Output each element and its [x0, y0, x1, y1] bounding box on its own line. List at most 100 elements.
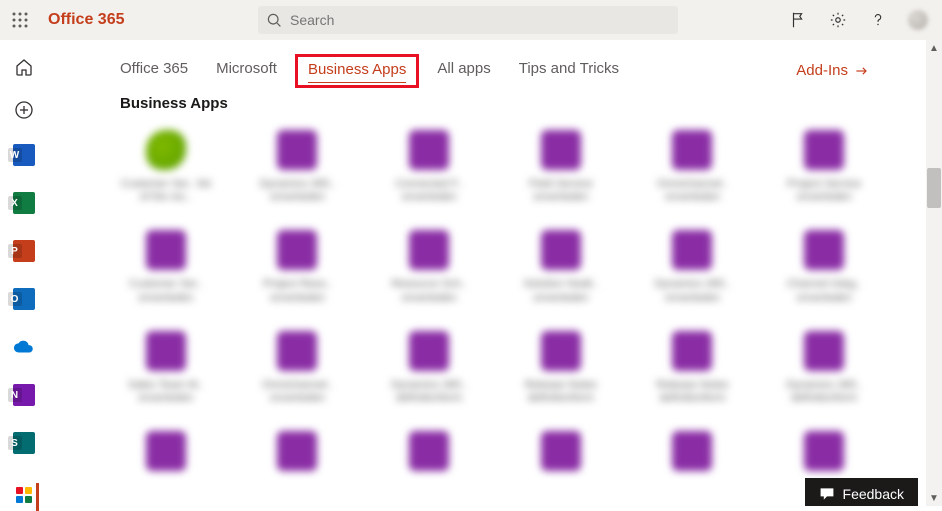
app-icon	[541, 331, 581, 371]
app-tile[interactable]: Field Service onverteden	[515, 130, 607, 204]
rail-app-excel[interactable]: X	[10, 189, 38, 217]
app-launcher-icon[interactable]	[8, 8, 32, 32]
flag-icon[interactable]	[788, 10, 808, 30]
feedback-button[interactable]: Feedback	[805, 478, 918, 506]
search-box[interactable]	[258, 6, 678, 34]
app-tile[interactable]: Channel Integ.. onverteden	[778, 230, 870, 304]
rail-app-onenote[interactable]: N	[10, 381, 38, 409]
top-bar-actions	[788, 10, 934, 30]
app-tile[interactable]: Solution Healt.. onverteden	[515, 230, 607, 304]
app-tile[interactable]	[778, 431, 870, 479]
app-icon	[804, 230, 844, 270]
search-icon	[266, 12, 282, 28]
app-icon	[146, 331, 186, 371]
scroll-thumb[interactable]	[927, 168, 941, 208]
tab-microsoft[interactable]: Microsoft	[216, 60, 277, 81]
app-label: Omnichannel.. onverteden	[647, 178, 739, 204]
gear-icon[interactable]	[828, 10, 848, 30]
app-label: Project Service onverteden	[778, 178, 870, 204]
app-icon	[409, 331, 449, 371]
app-label: Dynamics 365.. onverteden	[647, 278, 739, 304]
business-apps-icon[interactable]	[10, 483, 38, 506]
app-icon	[804, 130, 844, 170]
create-icon[interactable]	[10, 99, 38, 122]
app-label: Customer Ser.. list of the rec..	[120, 178, 212, 204]
app-tile[interactable]: Release Notes definitionform	[647, 331, 739, 405]
app-icon	[409, 230, 449, 270]
app-label: Dynamics 365.. definitionform	[778, 379, 870, 405]
home-icon[interactable]	[10, 56, 38, 79]
app-tile[interactable]: Omnichannel.. onverteden	[252, 331, 344, 405]
app-label: Project Reso.. onverteden	[252, 278, 344, 304]
app-label: Release Notes definitionform	[647, 379, 739, 405]
add-ins-link[interactable]: Add-Ins	[796, 62, 870, 79]
main-content: Office 365MicrosoftBusiness AppsAll apps…	[48, 40, 942, 506]
app-tile[interactable]: Dynamics 365.. definitionform	[383, 331, 475, 405]
app-tile[interactable]	[515, 431, 607, 479]
app-tile[interactable]	[383, 431, 475, 479]
tab-office-365[interactable]: Office 365	[120, 60, 188, 81]
app-icon	[409, 431, 449, 471]
rail-app-word[interactable]: W	[10, 141, 38, 169]
rail-app-outlook[interactable]: O	[10, 285, 38, 313]
app-icon	[804, 331, 844, 371]
app-label: Sales Team M.. onverteden	[120, 379, 212, 405]
app-tile[interactable]: Resource Sch.. onverteden	[383, 230, 475, 304]
search-input[interactable]	[290, 12, 670, 28]
app-tile[interactable]: Customer Ser.. list of the rec..	[120, 130, 212, 204]
app-tile[interactable]: Customer Ser.. onverteden	[120, 230, 212, 304]
app-icon	[146, 431, 186, 471]
scrollbar[interactable]: ▲ ▼	[926, 40, 942, 506]
app-icon	[804, 431, 844, 471]
app-grid: Customer Ser.. list of the rec.. Dynamics…	[48, 112, 942, 506]
app-label: Dynamics 365.. onverteden	[252, 178, 344, 204]
app-icon	[672, 130, 712, 170]
app-tile[interactable]	[120, 431, 212, 479]
brand-label: Office 365	[48, 11, 124, 29]
scroll-up-arrow[interactable]: ▲	[926, 40, 942, 56]
app-tile[interactable]: Dynamics 365.. onverteden	[647, 230, 739, 304]
tab-all-apps[interactable]: All apps	[437, 60, 490, 81]
app-tile[interactable]: Sales Team M.. onverteden	[120, 331, 212, 405]
app-tile[interactable]: Dynamics 365.. onverteden	[252, 130, 344, 204]
app-label: Customer Ser.. onverteden	[120, 278, 212, 304]
rail-app-onedrive[interactable]	[10, 333, 38, 361]
app-icon	[409, 130, 449, 170]
feedback-icon	[819, 486, 835, 502]
app-tile[interactable]: Release Notes definitionform	[515, 331, 607, 405]
app-icon	[146, 130, 186, 170]
app-tile[interactable]: Project Reso.. onverteden	[252, 230, 344, 304]
tab-bar: Office 365 Microsoft Business Apps All apps…	[48, 40, 942, 81]
rail-selection-indicator	[36, 483, 39, 511]
app-tile[interactable]: Dynamics 365.. definitionform	[778, 331, 870, 405]
app-icon	[277, 331, 317, 371]
app-label: Release Notes definitionform	[515, 379, 607, 405]
app-label: Connected F.. onverteden	[383, 178, 475, 204]
app-tile[interactable]: Connected F.. onverteden	[383, 130, 475, 204]
app-tile[interactable]: Project Service onverteden	[778, 130, 870, 204]
rail-app-sharepoint[interactable]: S	[10, 429, 38, 457]
rail-app-powerpoint[interactable]: P	[10, 237, 38, 265]
top-bar: Office 365	[0, 0, 942, 40]
app-label: Solution Healt.. onverteden	[515, 278, 607, 304]
app-tile[interactable]	[252, 431, 344, 479]
avatar[interactable]	[908, 10, 928, 30]
app-tile[interactable]: Omnichannel.. onverteden	[647, 130, 739, 204]
app-label: Field Service onverteden	[515, 178, 607, 204]
tab-business-apps[interactable]: Business Apps	[308, 61, 406, 83]
app-icon	[541, 230, 581, 270]
help-icon[interactable]	[868, 10, 888, 30]
section-title: Business Apps	[48, 81, 942, 112]
tab-tips-and-tricks[interactable]: Tips and Tricks	[519, 60, 619, 81]
add-ins-label: Add-Ins	[796, 62, 848, 79]
app-icon	[672, 431, 712, 471]
app-icon	[277, 230, 317, 270]
arrow-right-icon	[854, 63, 870, 79]
app-icon	[277, 431, 317, 471]
scroll-down-arrow[interactable]: ▼	[926, 490, 942, 506]
app-icon	[672, 331, 712, 371]
app-label: Omnichannel.. onverteden	[252, 379, 344, 405]
app-tile[interactable]	[647, 431, 739, 479]
app-icon	[541, 431, 581, 471]
app-icon	[146, 230, 186, 270]
